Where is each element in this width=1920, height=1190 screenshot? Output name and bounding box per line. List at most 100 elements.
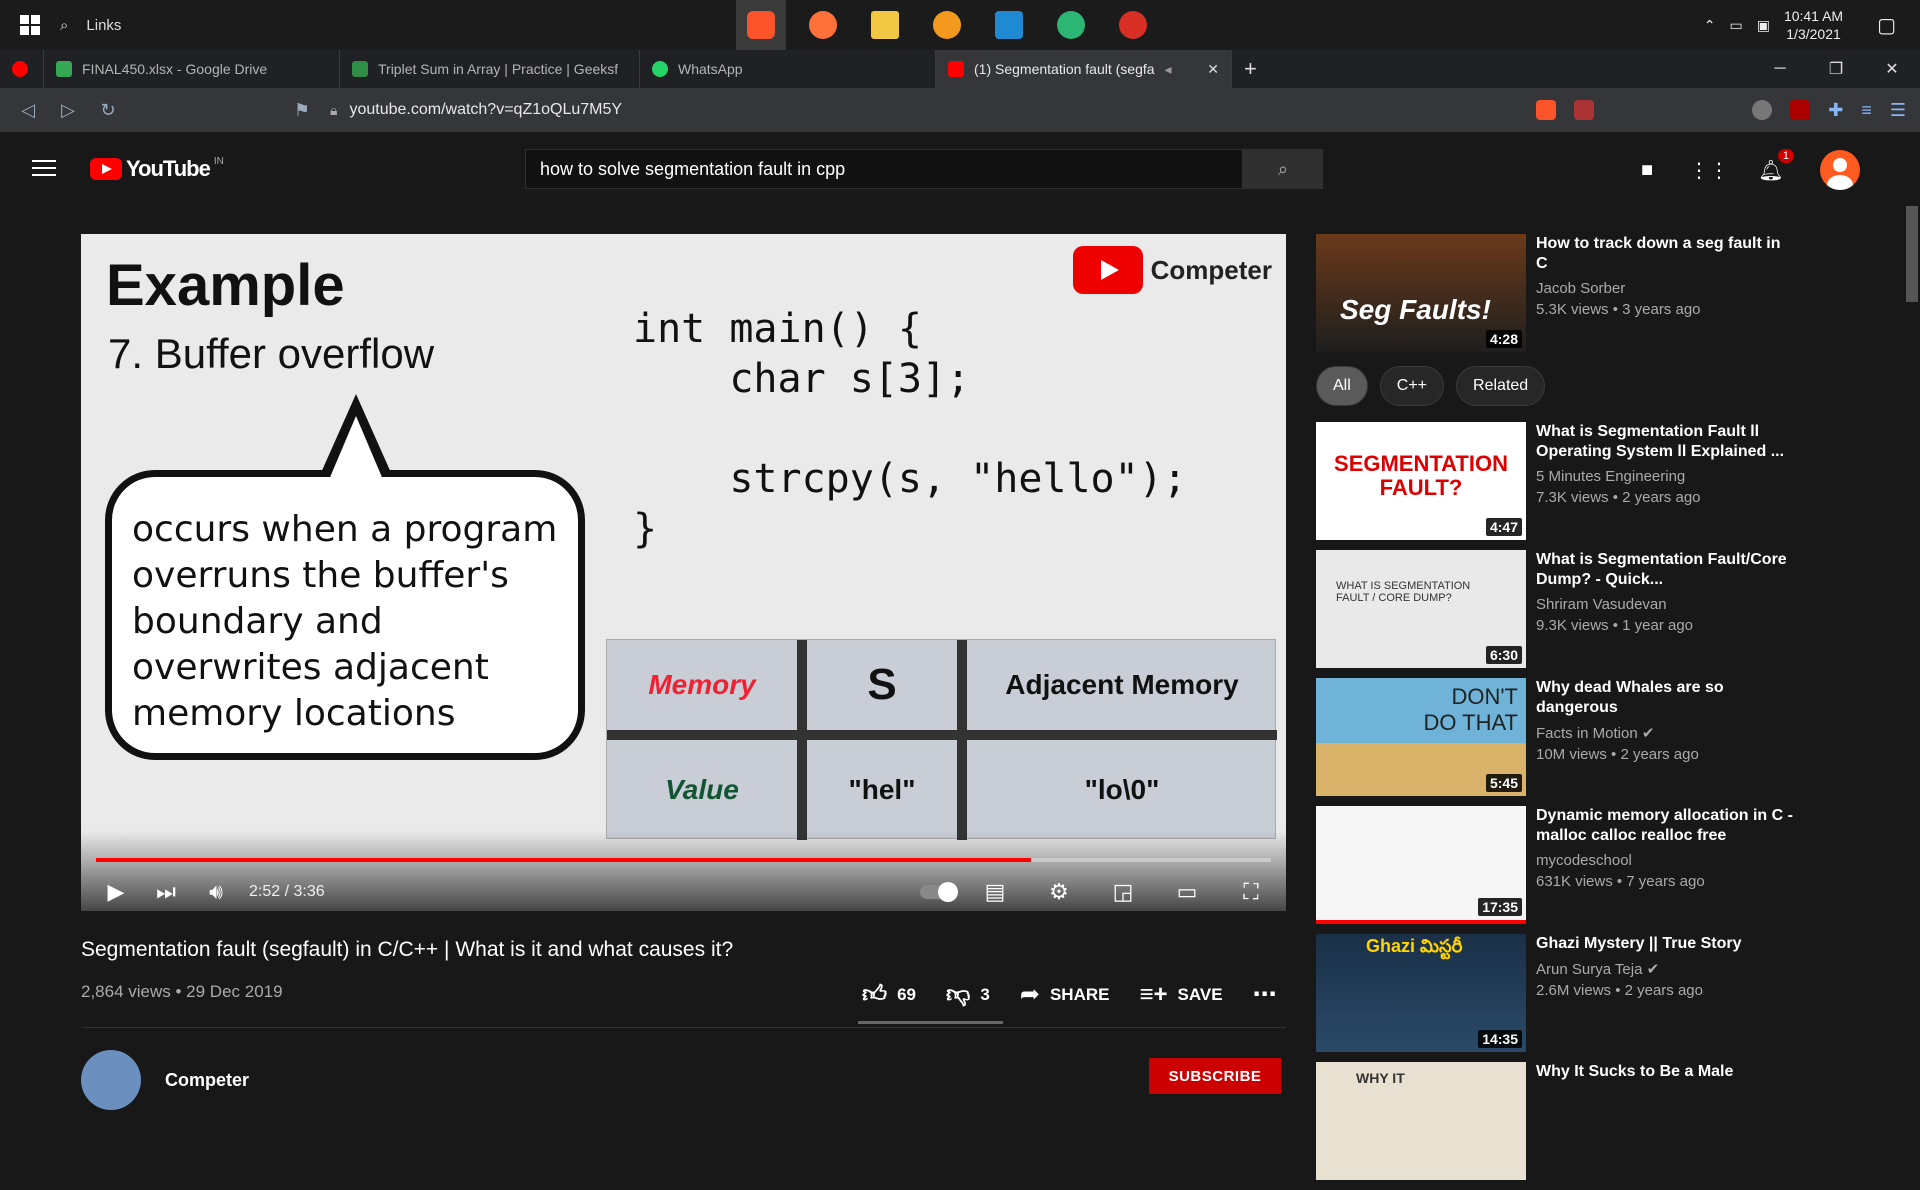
chip-all[interactable]: All: [1316, 366, 1368, 406]
minimize-icon[interactable]: ─: [1752, 50, 1808, 88]
search-input[interactable]: how to solve segmentation fault in cpp: [525, 149, 1243, 189]
extension-icon[interactable]: [1752, 100, 1773, 120]
youtube-logo-text: YouTube: [126, 156, 211, 181]
file-explorer-icon[interactable]: [860, 0, 910, 50]
search-button[interactable]: ⌕: [1243, 149, 1323, 189]
thumbnail-text: Ghazi మిస్టరీ: [1366, 936, 1463, 956]
recommendation-item[interactable]: WHAT IS SEGMENTATION FAULT / CORE DUMP? …: [1316, 550, 1796, 668]
page-scrollbar[interactable]: [1904, 206, 1920, 1080]
brave-browser-icon[interactable]: [736, 0, 786, 50]
hamburger-menu-icon[interactable]: [32, 160, 56, 181]
chip-related[interactable]: Related: [1456, 366, 1546, 406]
rec-title[interactable]: Why It Sucks to Be a Male: [1536, 1062, 1796, 1082]
forward-icon[interactable]: ▷: [48, 100, 88, 121]
close-window-icon[interactable]: ✕: [1864, 50, 1920, 88]
tab-whatsapp[interactable]: WhatsApp: [640, 50, 936, 88]
gmail-m-icon[interactable]: [1108, 0, 1158, 50]
bookmark-icon[interactable]: ⚑: [282, 100, 322, 121]
thumbnail-text: Seg Faults!: [1340, 294, 1491, 325]
subtitles-icon[interactable]: ▤: [970, 879, 1020, 905]
recommendation-item[interactable]: 17:35 Dynamic memory allocation in C - m…: [1316, 806, 1796, 924]
rec-channel[interactable]: Shriram Vasudevan: [1536, 596, 1796, 613]
video-thumbnail[interactable]: Ghazi మిస్టరీ 14:35: [1316, 934, 1526, 1052]
playlist-add-icon: ≡+: [1139, 980, 1168, 1008]
rec-channel[interactable]: Arun Surya Teja ✔: [1536, 960, 1796, 978]
progress-bar[interactable]: [96, 858, 1271, 862]
youtube-logo[interactable]: YouTube IN: [90, 156, 224, 182]
notifications-bell-icon[interactable]: 🔔︎ 1: [1758, 149, 1794, 183]
chevron-up-icon[interactable]: ⌃: [1704, 17, 1716, 34]
share-button[interactable]: ➦ SHARE: [1020, 980, 1110, 1009]
channel-row: Competer: [81, 1050, 249, 1110]
ublock-icon[interactable]: [1790, 100, 1811, 120]
rec-title[interactable]: Why dead Whales are so dangerous: [1536, 678, 1796, 718]
close-tab-icon[interactable]: ✕: [1207, 61, 1219, 78]
theater-mode-icon[interactable]: ▭: [1162, 879, 1212, 905]
rec-channel[interactable]: Facts in Motion ✔: [1536, 724, 1796, 742]
rec-title[interactable]: Ghazi Mystery || True Story: [1536, 934, 1796, 954]
recommendation-item[interactable]: SEGMENTATION FAULT? 4:47 What is Segment…: [1316, 422, 1796, 540]
tab-geeksforgeeks[interactable]: Triplet Sum in Array | Practice | Geeksf: [340, 50, 640, 88]
new-tab-button[interactable]: +: [1232, 50, 1269, 88]
save-button[interactable]: ≡+ SAVE: [1139, 981, 1222, 1009]
settings-gear-icon[interactable]: ⚙: [1034, 879, 1084, 905]
video-thumbnail[interactable]: SEGMENTATION FAULT? 4:47: [1316, 422, 1526, 540]
windows-start-icon[interactable]: [0, 0, 60, 50]
tab-youtube-active[interactable]: (1) Segmentation fault (segfa ◂ ✕: [936, 50, 1232, 88]
subscribe-button[interactable]: SUBSCRIBE: [1149, 1058, 1281, 1094]
channel-avatar[interactable]: [81, 1050, 141, 1110]
c-app-icon[interactable]: [922, 0, 972, 50]
pinned-tab[interactable]: [0, 50, 44, 88]
clock[interactable]: 10:41 AM 1/3/2021: [1784, 7, 1843, 43]
reload-icon[interactable]: ↻: [88, 100, 128, 121]
recommendation-item[interactable]: Ghazi మిస్టరీ 14:35 Ghazi Mystery || Tru…: [1316, 934, 1796, 1052]
rec-channel[interactable]: mycodeschool: [1536, 852, 1796, 869]
vscode-icon[interactable]: [984, 0, 1034, 50]
scrollbar-thumb[interactable]: [1906, 206, 1918, 302]
rec-channel[interactable]: 5 Minutes Engineering: [1536, 468, 1796, 485]
tab-label: (1) Segmentation fault (segfa: [974, 61, 1155, 77]
chip-cpp[interactable]: C++: [1379, 366, 1445, 406]
taskbar-search[interactable]: ⌕ Links: [60, 17, 360, 34]
rec-title[interactable]: What is Segmentation Fault ll Operating …: [1536, 422, 1796, 462]
dislike-button[interactable]: 👎︎ 3: [946, 981, 990, 1009]
firefox-icon[interactable]: [798, 0, 848, 50]
create-video-icon[interactable]: ■: [1634, 157, 1660, 183]
battery-icon[interactable]: ▭: [1729, 17, 1742, 34]
notification-center-icon[interactable]: ▢: [1877, 13, 1896, 38]
user-avatar[interactable]: [1820, 150, 1860, 190]
volume-icon[interactable]: 🔊︎: [191, 879, 241, 905]
apps-grid-icon[interactable]: ⋮⋮: [1689, 157, 1729, 183]
more-actions-button[interactable]: ⋯: [1253, 980, 1277, 1009]
restore-icon[interactable]: ❐: [1808, 50, 1864, 88]
network-icon[interactable]: ▣: [1757, 17, 1770, 34]
telegram-icon[interactable]: [1046, 0, 1096, 50]
video-thumbnail[interactable]: WHAT IS SEGMENTATION FAULT / CORE DUMP? …: [1316, 550, 1526, 668]
like-button[interactable]: 👍︎ 69: [862, 981, 916, 1009]
video-thumbnail[interactable]: DON'T DO THAT 5:45: [1316, 678, 1526, 796]
menu-icon[interactable]: ☰: [1890, 100, 1906, 121]
miniplayer-icon[interactable]: ◲: [1098, 879, 1148, 905]
url-field[interactable]: 🔒︎ youtube.com/watch?v=qZ1oQLu7M5Y: [330, 94, 1500, 126]
next-icon[interactable]: ⏭: [141, 879, 191, 905]
brave-shields-icon[interactable]: [1536, 100, 1557, 120]
video-player[interactable]: Example 7. Buffer overflow occurs when a…: [81, 234, 1286, 911]
speaker-icon[interactable]: ◂: [1165, 61, 1172, 78]
video-thumbnail[interactable]: 17:35: [1316, 806, 1526, 924]
fullscreen-icon[interactable]: ⛶: [1226, 879, 1276, 905]
recommendation-item[interactable]: Seg Faults! 4:28 How to track down a seg…: [1316, 234, 1796, 352]
channel-name[interactable]: Competer: [165, 1070, 249, 1091]
playlist-icon[interactable]: ≡: [1861, 100, 1872, 121]
rec-title[interactable]: How to track down a seg fault in C: [1536, 234, 1796, 274]
rec-channel[interactable]: Jacob Sorber: [1536, 280, 1796, 297]
back-icon[interactable]: ◁: [8, 100, 48, 121]
play-icon[interactable]: ▶: [91, 879, 141, 905]
rec-title[interactable]: What is Segmentation Fault/Core Dump? - …: [1536, 550, 1796, 590]
brave-rewards-icon[interactable]: [1574, 100, 1595, 120]
tab-google-drive[interactable]: FINAL450.xlsx - Google Drive: [44, 50, 340, 88]
autoplay-toggle[interactable]: [920, 882, 958, 902]
puzzle-icon[interactable]: ✚: [1828, 100, 1843, 121]
rec-title[interactable]: Dynamic memory allocation in C - malloc …: [1536, 806, 1796, 846]
video-thumbnail[interactable]: Seg Faults! 4:28: [1316, 234, 1526, 352]
recommendation-item[interactable]: DON'T DO THAT 5:45 Why dead Whales are s…: [1316, 678, 1796, 796]
